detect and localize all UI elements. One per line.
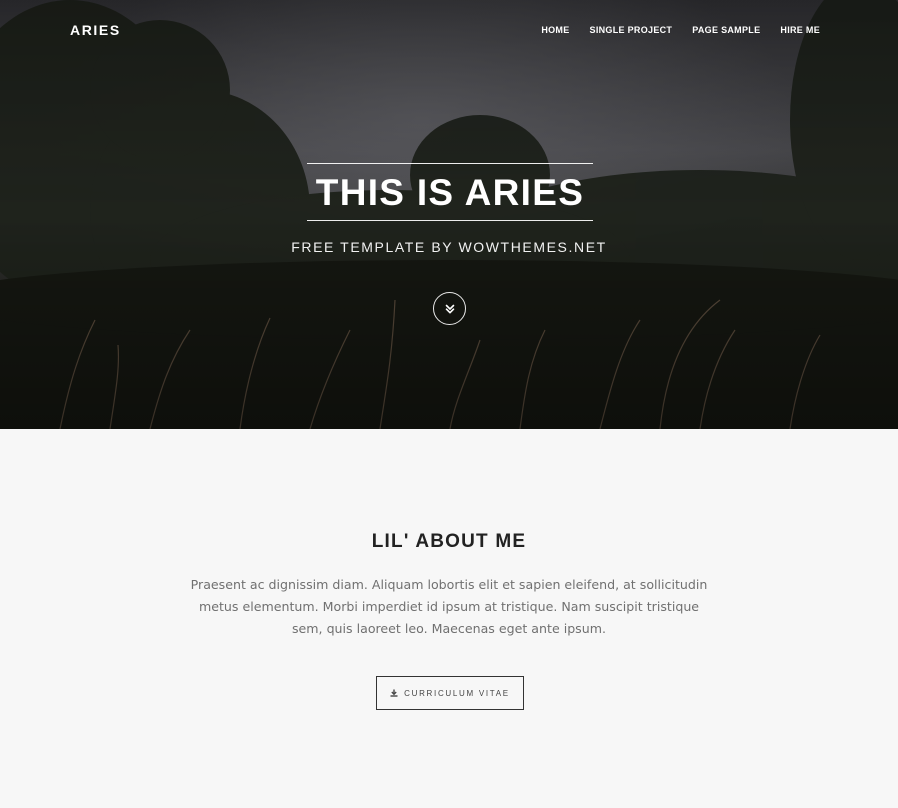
nav-page-sample[interactable]: PAGE SAMPLE (692, 25, 760, 35)
hero-section: ARIES HOME SINGLE PROJECT PAGE SAMPLE HI… (0, 0, 898, 429)
curriculum-vitae-label: CURRICULUM VITAE (404, 688, 510, 698)
nav-home[interactable]: HOME (541, 25, 569, 35)
scroll-down-button[interactable] (433, 292, 466, 325)
nav-hire-me[interactable]: HIRE ME (780, 25, 820, 35)
about-title: LIL' ABOUT ME (371, 531, 527, 552)
curriculum-vitae-button[interactable]: CURRICULUM VITAE (376, 676, 524, 710)
hero-title: THIS IS ARIES (315, 172, 585, 213)
main-nav: HOME SINGLE PROJECT PAGE SAMPLE HIRE ME (541, 25, 820, 35)
page: ARIES HOME SINGLE PROJECT PAGE SAMPLE HI… (0, 0, 898, 808)
hero-subtitle: FREE TEMPLATE BY WOWTHEMES.NET (291, 239, 607, 255)
nav-single-project[interactable]: SINGLE PROJECT (590, 25, 673, 35)
about-text: Praesent ac dignissim diam. Aliquam lobo… (190, 577, 708, 636)
double-chevron-down-icon (445, 304, 454, 313)
download-icon (390, 689, 398, 697)
about-section: LIL' ABOUT ME Praesent ac dignissim diam… (0, 429, 898, 808)
brand-logo[interactable]: ARIES (70, 22, 121, 38)
hero-title-frame: THIS IS ARIES (307, 163, 593, 221)
